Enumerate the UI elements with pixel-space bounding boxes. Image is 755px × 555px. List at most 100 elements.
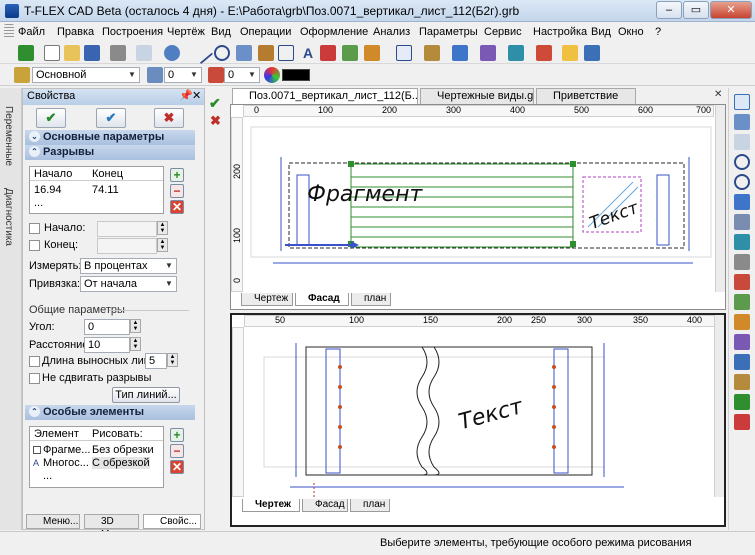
bottom-drawing-view[interactable]: 50 100 150 200 250 300 350 400 Текст Чер… bbox=[230, 313, 726, 527]
menu-window[interactable]: Окно bbox=[618, 26, 644, 38]
menu-construct[interactable]: Построения bbox=[102, 26, 163, 38]
tab-document-main[interactable]: Поз.0071_вертикал_лист_112(Б... bbox=[232, 88, 418, 104]
start-spinner[interactable]: ▲ ▼ bbox=[157, 221, 168, 235]
line-type-button[interactable]: Тип линий... bbox=[112, 387, 180, 403]
table-row[interactable]: Фрагме... Без обрезки bbox=[30, 444, 163, 457]
dimension-icon[interactable] bbox=[258, 45, 274, 61]
bottom-drawing-canvas[interactable]: Текст bbox=[244, 327, 715, 497]
section-breaks[interactable]: ⌃ Разрывы bbox=[25, 145, 195, 160]
zoom-icon[interactable] bbox=[734, 134, 750, 150]
delete-break-button[interactable]: ✕ bbox=[170, 200, 184, 214]
view-3d-icon[interactable] bbox=[734, 354, 750, 370]
table-row[interactable]: 16.94 74.11 bbox=[30, 184, 163, 197]
angle-spinner[interactable]: ▲ ▼ bbox=[130, 319, 141, 333]
save-icon[interactable] bbox=[84, 45, 100, 61]
tab-drawing-views[interactable]: Чертежные виды.grb bbox=[420, 88, 534, 104]
line-icon[interactable] bbox=[190, 41, 214, 65]
menu-analysis[interactable]: Анализ bbox=[373, 26, 410, 38]
priority-select[interactable]: 0 ▼ bbox=[224, 67, 260, 83]
add-special-button[interactable]: + bbox=[170, 428, 184, 442]
view-icon[interactable] bbox=[480, 45, 496, 61]
ext-length-spinner[interactable]: ▲ ▼ bbox=[167, 353, 178, 367]
menu-parameters[interactable]: Параметры bbox=[419, 26, 478, 38]
angle-input[interactable]: 0 bbox=[84, 319, 130, 335]
print-icon[interactable] bbox=[110, 45, 126, 61]
box-icon[interactable] bbox=[734, 374, 750, 390]
end-spinner[interactable]: ▲ ▼ bbox=[157, 238, 168, 252]
fragment-icon[interactable] bbox=[342, 45, 358, 61]
close-icon[interactable]: ✕ bbox=[192, 89, 201, 104]
tab-3d-model[interactable]: 3D Мо... bbox=[84, 514, 139, 540]
menu-view-2[interactable]: Вид bbox=[591, 26, 611, 38]
undo-icon[interactable] bbox=[164, 45, 180, 61]
page-tab-facade[interactable]: Фасад bbox=[295, 293, 349, 306]
tab-variables[interactable]: Переменные bbox=[3, 106, 14, 166]
tab-welcome[interactable]: Приветствие bbox=[536, 88, 636, 104]
menu-operations[interactable]: Операции bbox=[240, 26, 291, 38]
menu-formatting[interactable]: Оформление bbox=[300, 26, 368, 38]
distance-input[interactable]: 10 bbox=[84, 337, 130, 353]
layer-select[interactable]: 0 ▼ bbox=[164, 67, 202, 83]
style-select[interactable]: Основной ▼ bbox=[32, 67, 140, 83]
text-label[interactable]: Текст bbox=[587, 198, 642, 234]
refresh-icon[interactable] bbox=[734, 234, 750, 250]
window-layout-icon[interactable] bbox=[396, 45, 412, 61]
vertical-scrollbar[interactable] bbox=[714, 315, 724, 497]
menu-service[interactable]: Сервис bbox=[484, 26, 522, 38]
measure-icon[interactable] bbox=[734, 314, 750, 330]
section-special-elements[interactable]: ⌃ Особые элементы bbox=[25, 405, 195, 420]
confirm-icon[interactable] bbox=[18, 45, 34, 61]
end-checkbox[interactable] bbox=[29, 240, 40, 251]
section-main-parameters[interactable]: ⌄ Основные параметры bbox=[25, 130, 195, 145]
model-icon[interactable] bbox=[452, 45, 468, 61]
open-folder-icon[interactable] bbox=[64, 45, 80, 61]
start-input[interactable] bbox=[97, 221, 157, 237]
layer-toggle-icon[interactable] bbox=[734, 294, 750, 310]
vertical-scrollbar[interactable] bbox=[715, 105, 725, 292]
new-document-icon[interactable] bbox=[44, 45, 60, 61]
remove-break-button[interactable]: − bbox=[170, 184, 184, 198]
check-model-icon[interactable] bbox=[734, 394, 750, 410]
circle-icon[interactable] bbox=[214, 45, 230, 61]
add-break-button[interactable]: + bbox=[170, 168, 184, 182]
snap-icon[interactable] bbox=[734, 274, 750, 290]
end-input[interactable] bbox=[97, 238, 157, 254]
select-icon[interactable] bbox=[734, 94, 750, 110]
close-window-button[interactable]: ✕ bbox=[710, 1, 752, 19]
maximize-button[interactable]: ▭ bbox=[683, 1, 709, 19]
zoom-window-icon[interactable] bbox=[734, 194, 750, 210]
zoom-in-icon[interactable] bbox=[734, 154, 750, 170]
page-tab-drawing[interactable]: Чертеж bbox=[242, 499, 300, 512]
measure-select[interactable]: В процентах ▼ bbox=[80, 258, 177, 274]
lightbulb-icon[interactable] bbox=[562, 45, 578, 61]
page-tab-plan[interactable]: план bbox=[351, 293, 391, 306]
text-label[interactable]: Текст bbox=[456, 394, 527, 435]
rectangle-icon[interactable] bbox=[278, 45, 294, 61]
minimize-button[interactable]: – bbox=[656, 1, 682, 19]
table-icon[interactable] bbox=[320, 45, 336, 61]
ok-button[interactable]: ✔ bbox=[36, 108, 66, 128]
top-drawing-view[interactable]: 0 100 200 300 400 500 600 700 200 100 0 bbox=[230, 104, 726, 310]
assembly-icon[interactable] bbox=[536, 45, 552, 61]
info-icon[interactable] bbox=[584, 45, 600, 61]
ext-length-input[interactable]: 5 bbox=[145, 353, 167, 369]
pan-icon[interactable] bbox=[734, 114, 750, 130]
error-icon[interactable] bbox=[734, 414, 750, 430]
menu-view[interactable]: Вид bbox=[211, 26, 231, 38]
cut-icon[interactable] bbox=[136, 45, 152, 61]
breaks-table[interactable]: Начало Конец 16.94 74.11 ... bbox=[29, 166, 164, 214]
cross-icon[interactable]: ✖ bbox=[210, 113, 221, 129]
menu-help[interactable]: ? bbox=[655, 26, 661, 38]
menu-drawing[interactable]: Чертёж bbox=[167, 26, 205, 38]
color-swatch[interactable] bbox=[282, 69, 310, 81]
top-drawing-canvas[interactable]: Фрагмент Текст bbox=[243, 117, 714, 292]
menu-settings[interactable]: Настройка bbox=[533, 26, 587, 38]
table-row[interactable]: A Многос... С обрезкой bbox=[30, 457, 163, 470]
page-tab-facade[interactable]: Фасад bbox=[302, 499, 348, 512]
delete-special-button[interactable]: ✕ bbox=[170, 460, 184, 474]
cancel-button[interactable]: ✖ bbox=[154, 108, 184, 128]
special-elements-table[interactable]: Элемент Рисовать: Фрагме... Без обрезки … bbox=[29, 426, 164, 488]
table-row[interactable]: ... bbox=[30, 470, 163, 483]
apply-button[interactable]: ✔ bbox=[96, 108, 126, 128]
remove-special-button[interactable]: − bbox=[170, 444, 184, 458]
